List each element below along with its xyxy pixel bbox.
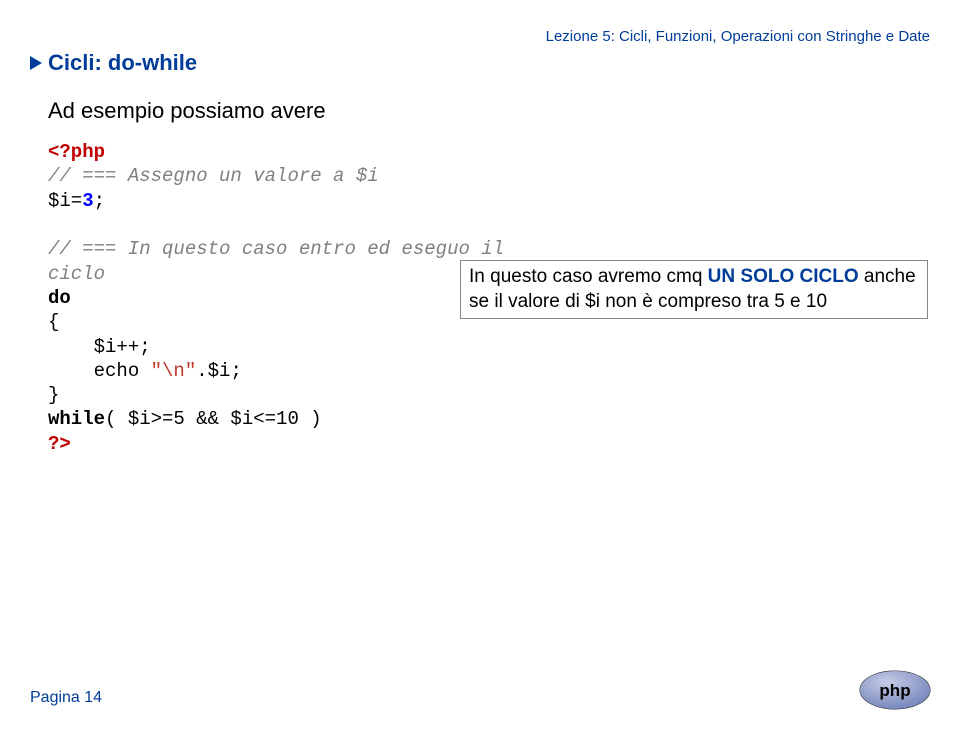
code-assign-lhs: $i= [48,190,82,212]
code-body-tail: .$i; [196,360,242,382]
code-assign-num: 3 [82,190,93,212]
page-number: Pagina 14 [30,689,102,707]
code-while-cond: ( $i>=5 && $i<=10 ) [105,408,322,430]
svg-text:php: php [879,681,910,700]
code-comment-1: // === Assegno un valore a $i [48,165,379,187]
code-assign-semi: ; [94,190,105,212]
code-comment-2a: // === In questo caso entro ed eseguo il [48,238,504,260]
callout-t1: In questo caso avremo cmq [469,266,708,287]
php-open-tag: <?php [48,141,105,163]
section-title-text: Cicli: do-while [48,50,197,76]
callout-emph: UN SOLO CICLO [708,266,859,287]
php-close-tag: ?> [48,433,71,455]
triangle-icon [30,56,42,70]
intro-text: Ad esempio possiamo avere [48,98,326,124]
code-comment-2b: ciclo [48,263,105,285]
code-kw-do: do [48,287,71,309]
lesson-header: Lezione 5: Cicli, Funzioni, Operazioni c… [540,28,930,45]
code-kw-while: while [48,408,105,430]
callout-box: In questo caso avremo cmq UN SOLO CICLO … [460,260,928,319]
section-title: Cicli: do-while [30,50,197,76]
code-brace-close: } [48,384,59,406]
code-block: <?php // === Assegno un valore a $i $i=3… [48,140,504,456]
code-body-str: "\n" [151,360,197,382]
code-brace-open: { [48,311,59,333]
code-body-echo: echo [48,360,151,382]
code-body-inc: $i++; [48,336,151,358]
php-logo: php [858,668,932,717]
